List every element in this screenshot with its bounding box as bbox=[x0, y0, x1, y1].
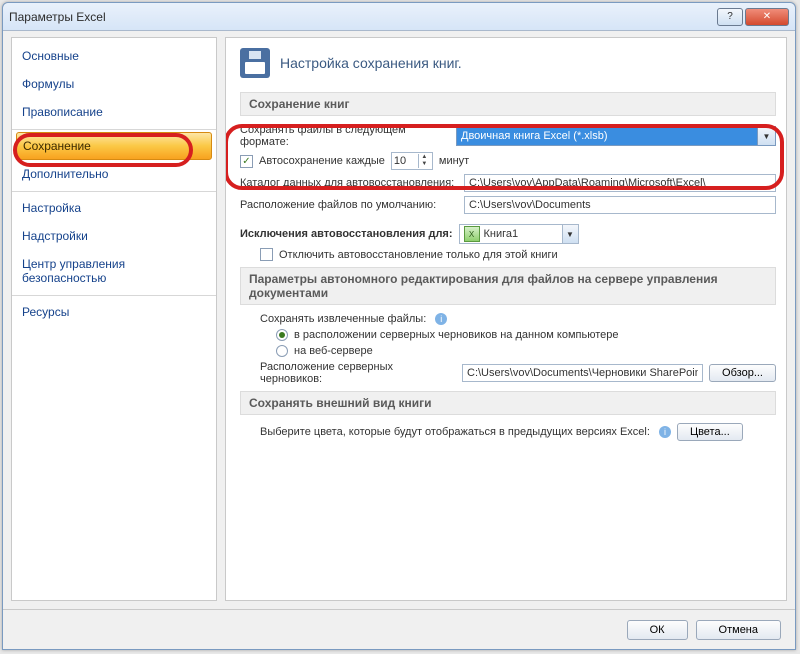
sidebar-item-customize[interactable]: Настройка bbox=[12, 194, 216, 222]
sidebar-item-formulas[interactable]: Формулы bbox=[12, 70, 216, 98]
keep-extracted-label: Сохранять извлеченные файлы: bbox=[260, 313, 426, 325]
sidebar-item-general[interactable]: Основные bbox=[12, 42, 216, 70]
exclude-book-select[interactable]: X Книга1 ▼ bbox=[459, 224, 579, 244]
excel-book-icon: X bbox=[464, 226, 480, 242]
recovery-dir-label: Каталог данных для автовосстановления: bbox=[240, 177, 458, 189]
browse-button[interactable]: Обзор... bbox=[709, 364, 776, 382]
sidebar-item-advanced[interactable]: Дополнительно bbox=[12, 160, 216, 192]
drafts-loc-label: Расположение серверных черновиков: bbox=[260, 361, 456, 385]
autosave-label-suffix: минут bbox=[439, 155, 469, 167]
titlebar[interactable]: Параметры Excel ? ✕ bbox=[3, 3, 795, 31]
colors-button[interactable]: Цвета... bbox=[677, 423, 743, 441]
dialog-window: Параметры Excel ? ✕ Основные Формулы Пра… bbox=[2, 2, 796, 650]
section-preserve-look: Сохранять внешний вид книги bbox=[240, 391, 776, 415]
radio-local-drafts[interactable] bbox=[276, 329, 288, 341]
drafts-loc-input[interactable] bbox=[462, 364, 703, 382]
section-save-books: Сохранение книг bbox=[240, 92, 776, 116]
info-icon[interactable]: i bbox=[435, 313, 447, 325]
radio-web-server[interactable] bbox=[276, 345, 288, 357]
save-disk-icon bbox=[240, 48, 270, 78]
window-title: Параметры Excel bbox=[9, 10, 715, 24]
autosave-checkbox[interactable]: ✓ bbox=[240, 155, 253, 168]
autosave-label-prefix: Автосохранение каждые bbox=[259, 155, 385, 167]
recovery-dir-input[interactable] bbox=[464, 174, 776, 192]
sidebar-item-trust[interactable]: Центр управления безопасностью bbox=[12, 250, 216, 296]
close-button[interactable]: ✕ bbox=[745, 8, 789, 26]
content-panel: Настройка сохранения книг. Сохранение кн… bbox=[225, 37, 787, 601]
sidebar-item-save[interactable]: Сохранение bbox=[16, 132, 212, 160]
disable-autorecover-label: Отключить автовосстановление только для … bbox=[279, 249, 558, 261]
spinner-arrows-icon: ▲▼ bbox=[418, 154, 430, 168]
page-heading: Настройка сохранения книг. bbox=[280, 55, 462, 71]
sidebar-item-addins[interactable]: Надстройки bbox=[12, 222, 216, 250]
dialog-footer: ОК Отмена bbox=[3, 609, 795, 649]
disable-autorecover-checkbox[interactable] bbox=[260, 248, 273, 261]
info-icon[interactable]: i bbox=[659, 426, 671, 438]
file-format-dropdown[interactable]: Двоичная книга Excel (*.xlsb) ▼ bbox=[456, 126, 776, 146]
chevron-down-icon: ▼ bbox=[757, 127, 775, 145]
cancel-button[interactable]: Отмена bbox=[696, 620, 781, 640]
colors-desc: Выберите цвета, которые будут отображать… bbox=[260, 426, 650, 438]
chevron-down-icon: ▼ bbox=[562, 225, 578, 243]
radio-web-server-label: на веб-сервере bbox=[294, 345, 373, 357]
format-label: Сохранять файлы в следующем формате: bbox=[240, 124, 450, 148]
sidebar-item-proofing[interactable]: Правописание bbox=[12, 98, 216, 130]
ok-button[interactable]: ОК bbox=[627, 620, 688, 640]
section-offline-edit: Параметры автономного редактирования для… bbox=[240, 267, 776, 305]
sidebar-item-resources[interactable]: Ресурсы bbox=[12, 298, 216, 326]
radio-local-drafts-label: в расположении серверных черновиков на д… bbox=[294, 329, 618, 341]
default-loc-label: Расположение файлов по умолчанию: bbox=[240, 199, 458, 211]
exclude-label: Исключения автовосстановления для: bbox=[240, 228, 453, 240]
autosave-minutes-spinner[interactable]: 10 ▲▼ bbox=[391, 152, 433, 170]
default-loc-input[interactable] bbox=[464, 196, 776, 214]
help-button[interactable]: ? bbox=[717, 8, 743, 26]
file-format-value: Двоичная книга Excel (*.xlsb) bbox=[461, 130, 608, 142]
category-sidebar: Основные Формулы Правописание Сохранение… bbox=[11, 37, 217, 601]
